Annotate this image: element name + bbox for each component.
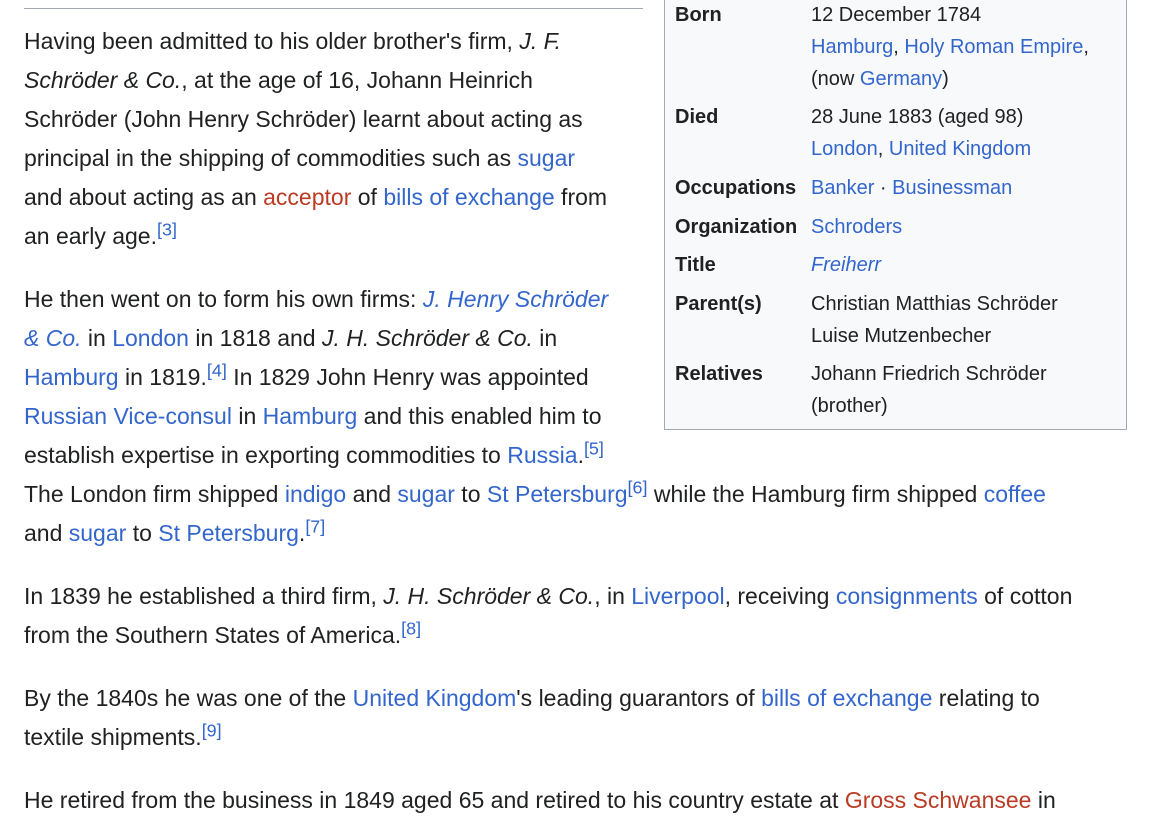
reference-4[interactable]: [4] — [207, 360, 227, 380]
paragraph-early-career: Having been admitted to his older brothe… — [24, 28, 608, 249]
paragraph-retirement: He retired from the business in 1849 age… — [24, 787, 1056, 813]
infobox-label-occupations: Occupations — [675, 177, 797, 199]
reference-5[interactable]: [5] — [584, 438, 604, 458]
link-st-petersburg[interactable]: St Petersburg — [158, 520, 299, 546]
reference-8[interactable]: [8] — [401, 618, 421, 638]
link-holy-roman-empire[interactable]: Holy Roman Empire — [904, 36, 1083, 58]
link-j-henry-schroder[interactable]: J. Henry Schröder — [423, 286, 608, 312]
link-st-petersburg[interactable]: St Petersburg — [487, 481, 628, 507]
infobox-label-title: Title — [675, 254, 716, 276]
reference-9[interactable]: [9] — [202, 720, 222, 740]
parent-mother: Luise Mutzenbecher — [811, 325, 992, 347]
link-indigo[interactable]: indigo — [285, 481, 346, 507]
link-freiherr[interactable]: Freiherr — [811, 254, 881, 276]
link-banker[interactable]: Banker — [811, 177, 874, 199]
infobox-label-born: Born — [675, 4, 722, 26]
link-london[interactable]: London — [112, 325, 189, 351]
infobox-value-died: 28 June 1883 (aged 98) London, United Ki… — [811, 106, 1032, 160]
link-hamburg[interactable]: Hamburg — [263, 403, 358, 429]
infobox-label-died: Died — [675, 106, 719, 128]
link-sugar[interactable]: sugar — [69, 520, 127, 546]
link-sugar[interactable]: sugar — [397, 481, 455, 507]
infobox-value-relatives: Johann Friedrich Schröder (brother) — [811, 363, 1047, 417]
infobox-value-born: 12 December 1784 Hamburg, Holy Roman Emp… — [811, 4, 1089, 90]
infobox-value-occupations: Banker · Businessman — [811, 177, 1013, 199]
link-hamburg[interactable]: Hamburg — [811, 36, 893, 58]
paragraph-own-firms-continued: The London firm shipped indigo and sugar… — [24, 477, 1046, 546]
section-divider — [24, 8, 643, 9]
parent-father: Christian Matthias Schröder — [811, 293, 1058, 315]
link-acceptor[interactable]: acceptor — [263, 184, 351, 210]
link-bills-of-exchange[interactable]: bills of exchange — [383, 184, 554, 210]
paragraph-own-firms: He then went on to form his own firms: J… — [24, 286, 609, 468]
link-businessman[interactable]: Businessman — [892, 177, 1012, 199]
reference-7[interactable]: [7] — [305, 516, 325, 536]
birth-date: 12 December 1784 — [811, 4, 982, 26]
infobox: Born 12 December 1784 Hamburg, Holy Roma… — [664, 0, 1127, 430]
link-russia[interactable]: Russia — [507, 442, 577, 468]
infobox-value-title: Freiherr — [811, 249, 1112, 281]
link-germany[interactable]: Germany — [860, 68, 942, 90]
infobox-value-organization: Schroders — [811, 211, 1112, 243]
paragraph-liverpool-firm: In 1839 he established a third firm, J. … — [24, 583, 1073, 648]
paragraph-guarantor: By the 1840s he was one of the United Ki… — [24, 685, 1040, 750]
reference-3[interactable]: [3] — [157, 219, 177, 239]
death-date: 28 June 1883 (aged 98) — [811, 106, 1024, 128]
link-j-henry-schroder-co[interactable]: & Co. — [24, 325, 82, 351]
infobox-label-relatives: Relatives — [675, 363, 763, 385]
link-london[interactable]: London — [811, 138, 878, 160]
link-gross-schwansee[interactable]: Gross Schwansee — [845, 787, 1032, 813]
link-liverpool[interactable]: Liverpool — [631, 583, 724, 609]
link-bills-of-exchange[interactable]: bills of exchange — [761, 685, 932, 711]
infobox-label-organization: Organization — [675, 216, 798, 238]
link-hamburg[interactable]: Hamburg — [24, 364, 119, 390]
link-coffee[interactable]: coffee — [984, 481, 1046, 507]
reference-6[interactable]: [6] — [628, 477, 648, 497]
link-consignments[interactable]: consignments — [836, 583, 978, 609]
link-schroders[interactable]: Schroders — [811, 216, 902, 238]
link-united-kingdom[interactable]: United Kingdom — [889, 138, 1031, 160]
link-russian-vice-consul[interactable]: Russian Vice-consul — [24, 403, 232, 429]
infobox-label-parents: Parent(s) — [675, 293, 762, 315]
infobox-value-parents: Christian Matthias Schröder Luise Mutzen… — [811, 288, 1112, 352]
link-sugar[interactable]: sugar — [517, 145, 575, 171]
link-united-kingdom[interactable]: United Kingdom — [353, 685, 517, 711]
